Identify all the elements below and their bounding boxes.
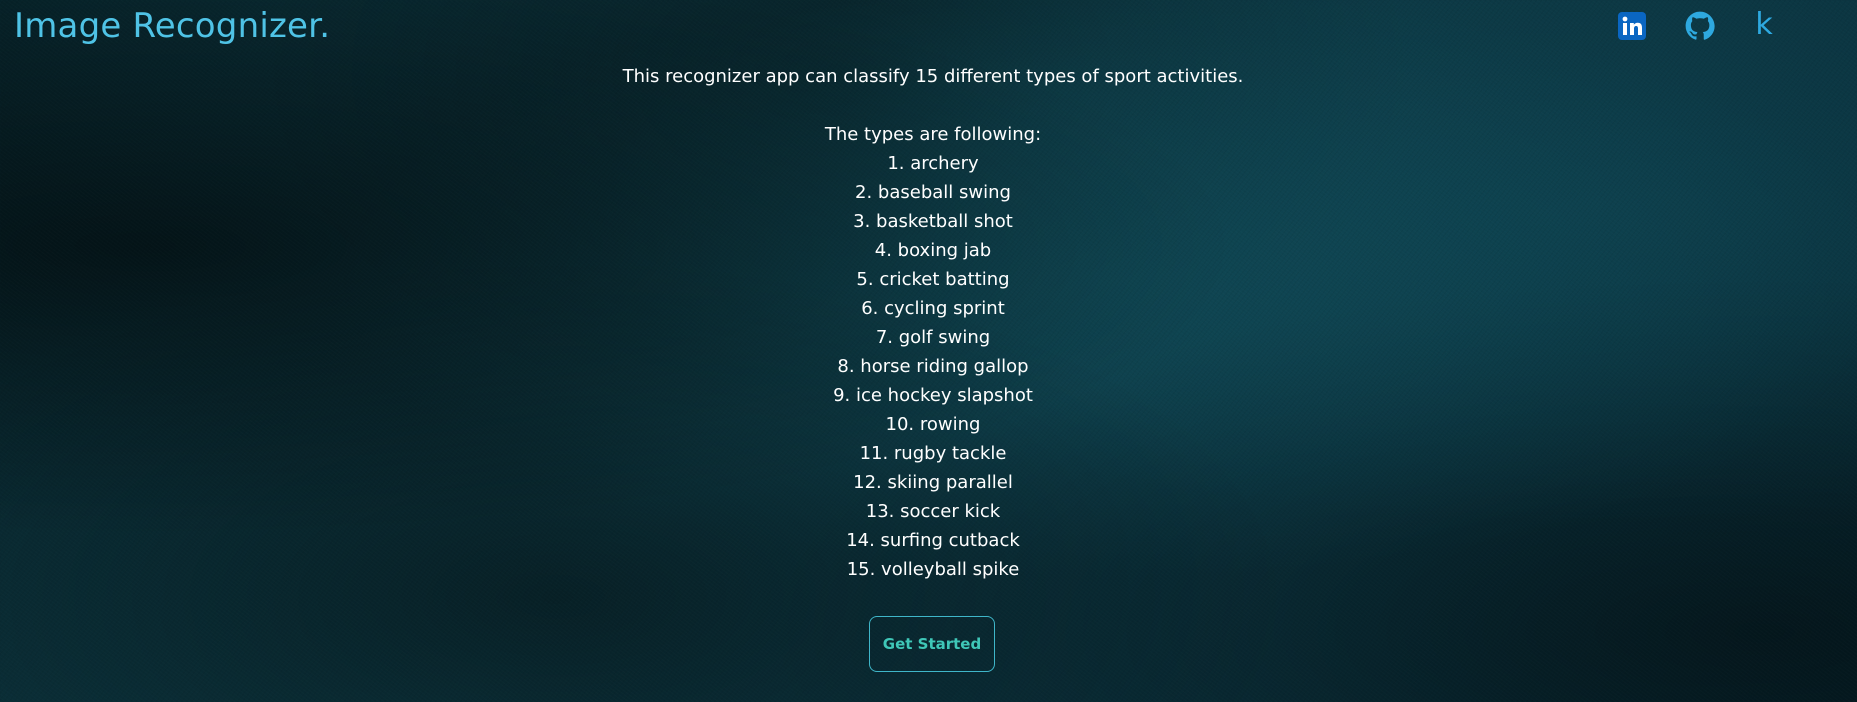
list-item: 11. rugby tackle <box>859 443 1007 464</box>
get-started-button[interactable]: Get Started <box>869 616 995 672</box>
types-heading: The types are following: <box>824 124 1042 145</box>
list-item: 12. skiing parallel <box>853 472 1013 493</box>
linkedin-link[interactable] <box>1617 11 1647 41</box>
kaggle-link[interactable]: k <box>1754 6 1774 42</box>
list-item: 7. golf swing <box>875 327 991 348</box>
intro-text: This recognizer app can classify 15 diff… <box>622 66 1244 87</box>
list-item: 8. horse riding gallop <box>837 356 1029 377</box>
kaggle-icon: k <box>1755 6 1773 42</box>
list-item: 5. cricket batting <box>856 269 1010 290</box>
github-icon <box>1685 11 1715 40</box>
list-item: 15. volleyball spike <box>846 559 1020 580</box>
app-title: Image Recognizer. <box>14 6 331 46</box>
main-content: This recognizer app can classify 15 diff… <box>0 62 1857 584</box>
list-item: 6. cycling sprint <box>861 298 1005 319</box>
list-item: 13. soccer kick <box>865 501 1001 522</box>
github-link[interactable] <box>1685 11 1715 41</box>
list-item: 3. basketball shot <box>853 211 1013 232</box>
list-item: 1. archery <box>887 153 979 174</box>
social-links: k <box>1617 6 1857 45</box>
sport-types-list: 1. archery 2. baseball swing 3. basketba… <box>0 149 1857 584</box>
list-item: 4. boxing jab <box>874 240 992 261</box>
list-item: 14. surfing cutback <box>846 530 1020 551</box>
linkedin-icon <box>1618 12 1646 40</box>
list-item: 2. baseball swing <box>855 182 1011 203</box>
list-item: 9. ice hockey slapshot <box>833 385 1033 406</box>
list-item: 10. rowing <box>885 414 981 435</box>
